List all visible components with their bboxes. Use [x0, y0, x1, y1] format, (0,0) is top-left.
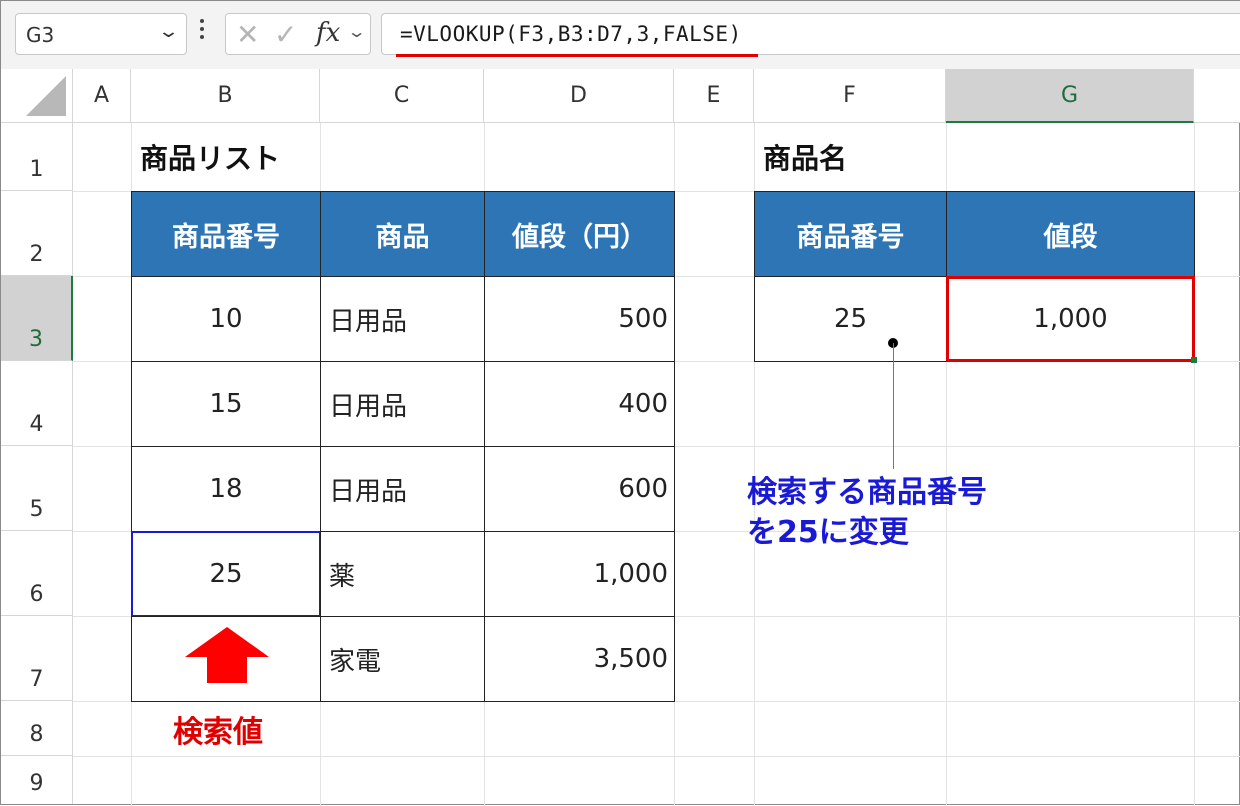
row-header-4[interactable]: 4 — [1, 361, 73, 446]
column-header-c[interactable]: C — [320, 69, 484, 123]
table-cell[interactable]: 家電 — [320, 616, 485, 702]
column-header-a[interactable]: A — [73, 69, 131, 123]
formula-bar-area: G3 ⌄ ✕ ✓ fx ⌄ =VLOOKUP(F3,B3:D7,3,FALSE) — [1, 1, 1240, 69]
column-header-f[interactable]: F — [754, 69, 946, 123]
excel-window: G3 ⌄ ✕ ✓ fx ⌄ =VLOOKUP(F3,B3:D7,3,FALSE)… — [0, 0, 1240, 806]
insert-function-icon[interactable]: fx — [316, 18, 340, 48]
cancel-icon[interactable]: ✕ — [236, 18, 259, 51]
column-header-b[interactable]: B — [131, 69, 320, 123]
row-header-5[interactable]: 5 — [1, 446, 73, 531]
up-arrow-icon — [185, 627, 269, 683]
column-header-g[interactable]: G — [946, 69, 1194, 123]
blue-annotation-line2: を25に変更 — [747, 515, 909, 550]
formula-underline — [396, 54, 758, 57]
table-cell[interactable]: 日用品 — [320, 276, 485, 362]
fill-handle[interactable] — [1191, 357, 1197, 363]
header-price[interactable]: 値段（円） — [484, 191, 675, 277]
row-header-9[interactable]: 9 — [1, 756, 73, 804]
formula-input[interactable]: =VLOOKUP(F3,B3:D7,3,FALSE) — [381, 13, 1240, 55]
leader-line — [893, 343, 894, 469]
column-header-d[interactable]: D — [484, 69, 674, 123]
table-cell[interactable]: 500 — [484, 276, 675, 362]
table-cell[interactable]: 400 — [484, 361, 675, 447]
table-cell[interactable]: 10 — [131, 276, 321, 362]
red-annotation: 検索値 — [173, 715, 263, 750]
column-header-h[interactable] — [1194, 69, 1240, 123]
header-product-id[interactable]: 商品番号 — [131, 191, 321, 277]
more-options-icon[interactable] — [200, 19, 204, 43]
row-header-1[interactable]: 1 — [1, 123, 73, 191]
search-value-cell[interactable]: 25 — [131, 531, 321, 617]
table-cell[interactable]: 日用品 — [320, 361, 485, 447]
lookup-header-price[interactable]: 値段 — [946, 191, 1195, 277]
row-header-6[interactable]: 6 — [1, 531, 73, 616]
lookup-header-id[interactable]: 商品番号 — [754, 191, 947, 277]
chevron-down-icon[interactable]: ⌄ — [347, 22, 367, 41]
blue-annotation-line1: 検索する商品番号 — [747, 475, 987, 510]
row-header-7[interactable]: 7 — [1, 616, 73, 701]
row-header-2[interactable]: 2 — [1, 191, 73, 276]
table-cell[interactable]: 15 — [131, 361, 321, 447]
name-box[interactable]: G3 ⌄ — [15, 13, 187, 55]
select-all-corner[interactable] — [1, 69, 73, 123]
column-header-e[interactable]: E — [674, 69, 754, 123]
table-cell[interactable]: 3,500 — [484, 616, 675, 702]
lookup-id-cell[interactable]: 25 — [754, 276, 947, 362]
row-header-8[interactable]: 8 — [1, 701, 73, 756]
formula-text: =VLOOKUP(F3,B3:D7,3,FALSE) — [400, 22, 742, 46]
table-cell[interactable]: 600 — [484, 446, 675, 532]
table-cell[interactable]: 薬 — [320, 531, 485, 617]
lookup-title[interactable]: 商品名 — [755, 124, 945, 190]
blue-annotation: 検索する商品番号 を25に変更 — [747, 473, 987, 553]
table-cell[interactable]: 18 — [131, 446, 321, 532]
header-product[interactable]: 商品 — [320, 191, 485, 277]
chevron-down-icon[interactable]: ⌄ — [157, 21, 180, 42]
row-header-3[interactable]: 3 — [1, 276, 73, 361]
table-cell[interactable]: 1,000 — [484, 531, 675, 617]
formula-tools: ✕ ✓ fx ⌄ — [225, 13, 371, 55]
confirm-icon[interactable]: ✓ — [274, 18, 297, 51]
lookup-result-cell[interactable]: 1,000 — [946, 276, 1195, 362]
table-cell[interactable]: 日用品 — [320, 446, 485, 532]
product-list-title[interactable]: 商品リスト — [132, 124, 319, 190]
name-box-value: G3 — [26, 23, 55, 47]
